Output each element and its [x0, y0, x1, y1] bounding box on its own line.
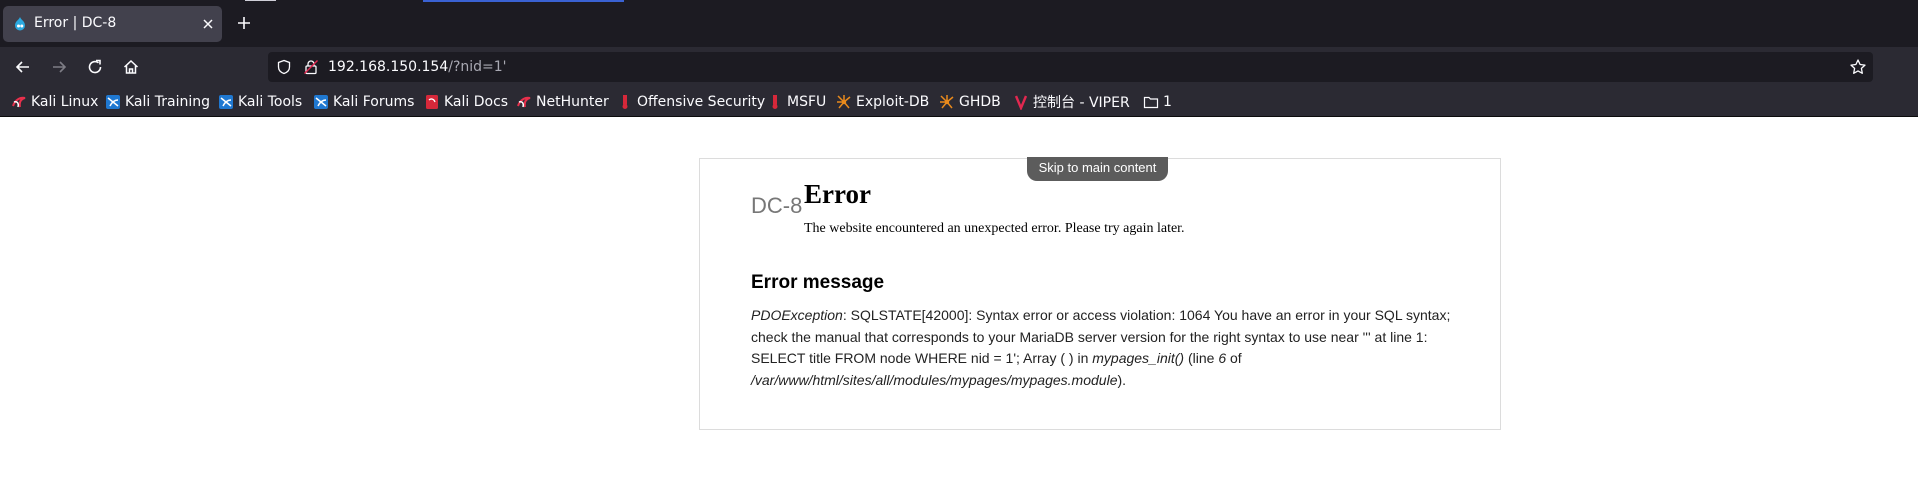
nethunter-icon [516, 94, 532, 110]
bookmark-label: 控制台 - VIPER [1033, 95, 1130, 111]
error-description: The website encountered an unexpected er… [804, 221, 1185, 236]
tab-indicator [245, 0, 276, 1]
bookmark-kali-forums[interactable]: Kali Forums [313, 92, 414, 112]
error-text: (line [1184, 350, 1219, 366]
kali-tools-icon [218, 94, 234, 110]
folder-icon [1143, 94, 1159, 110]
error-panel: Skip to main content DC-8 Error The webs… [699, 157, 1501, 430]
loading-indicator [423, 0, 624, 2]
insecure-lock-icon[interactable] [303, 59, 319, 75]
exception-name: PDOException [751, 307, 843, 323]
bookmark-label: Kali Training [125, 94, 210, 110]
error-message-heading: Error message [751, 272, 885, 293]
bookmark-viper[interactable]: 控制台 - VIPER [1013, 92, 1130, 112]
bookmark-offensive-security[interactable]: Offensive Security [617, 92, 765, 112]
bookmark-kali-training[interactable]: Kali Training [105, 92, 210, 112]
bookmark-folder-1[interactable]: 1 [1143, 92, 1172, 112]
bookmark-label: Exploit-DB [856, 94, 930, 110]
kali-forums-icon [313, 94, 329, 110]
bookmark-msfu[interactable]: MSFU [767, 92, 826, 112]
bookmark-label: Kali Tools [238, 94, 303, 110]
error-message-body: PDOException: SQLSTATE[42000]: Syntax er… [751, 305, 1451, 391]
navigation-toolbar: 192.168.150.154/?nid=1' [0, 47, 1918, 87]
bookmark-label: NetHunter [536, 94, 609, 110]
error-text: ). [1117, 371, 1127, 388]
new-tab-icon[interactable] [235, 14, 253, 32]
tab-strip: Error | DC-8 [0, 0, 1918, 47]
page-title: Error [804, 179, 871, 209]
url-text[interactable]: 192.168.150.154/?nid=1' [328, 59, 507, 75]
tab-active[interactable]: Error | DC-8 [3, 6, 222, 42]
bookmark-kali-tools[interactable]: Kali Tools [218, 92, 302, 112]
bookmark-nethunter[interactable]: NetHunter [516, 92, 609, 112]
viper-icon [1013, 94, 1029, 110]
reload-icon[interactable] [86, 58, 104, 76]
bookmark-label: GHDB [959, 94, 1001, 110]
tracking-protection-shield-icon[interactable] [276, 59, 292, 75]
url-path: /?nid=1' [448, 59, 507, 75]
offsec-icon [617, 94, 633, 110]
bookmark-label: Kali Docs [444, 94, 509, 110]
kali-docs-icon [424, 94, 440, 110]
back-arrow-icon[interactable] [14, 58, 32, 76]
ghdb-icon [939, 94, 955, 110]
exploit-db-icon [836, 94, 852, 110]
address-bar[interactable]: 192.168.150.154/?nid=1' [268, 52, 1873, 82]
skip-to-main-link[interactable]: Skip to main content [1027, 157, 1168, 181]
bookmarks-toolbar: Kali Linux Kali Training Kali Tools Kali… [0, 87, 1918, 117]
close-tab-icon[interactable] [199, 15, 217, 33]
forward-arrow-icon[interactable] [50, 58, 68, 76]
bookmark-exploit-db[interactable]: Exploit-DB [836, 92, 929, 112]
kali-dragon-icon [11, 94, 27, 110]
file-path: /var/www/html/sites/all/modules/mypages/… [751, 371, 1118, 388]
function-name: mypages_init() [1092, 350, 1185, 366]
bookmark-label: MSFU [787, 94, 827, 110]
bookmark-label: 1 [1163, 94, 1172, 110]
msfu-icon [767, 94, 783, 110]
bookmark-ghdb[interactable]: GHDB [939, 92, 1001, 112]
page-viewport: Skip to main content DC-8 Error The webs… [0, 118, 1918, 484]
bookmark-kali-linux[interactable]: Kali Linux [11, 92, 98, 112]
kali-training-icon [105, 94, 121, 110]
bookmark-kali-docs[interactable]: Kali Docs [424, 92, 508, 112]
error-text: of [1226, 350, 1242, 366]
site-name[interactable]: DC-8 [751, 193, 802, 219]
drupal-favicon-icon [12, 16, 28, 32]
home-icon[interactable] [122, 58, 140, 76]
bookmark-star-icon[interactable] [1849, 58, 1867, 76]
url-host: 192.168.150.154 [328, 59, 449, 75]
tab-title: Error | DC-8 [34, 15, 117, 31]
bookmark-label: Kali Linux [31, 94, 99, 110]
bookmark-label: Offensive Security [637, 94, 766, 110]
bookmark-label: Kali Forums [333, 94, 415, 110]
line-number: 6 [1218, 350, 1227, 366]
